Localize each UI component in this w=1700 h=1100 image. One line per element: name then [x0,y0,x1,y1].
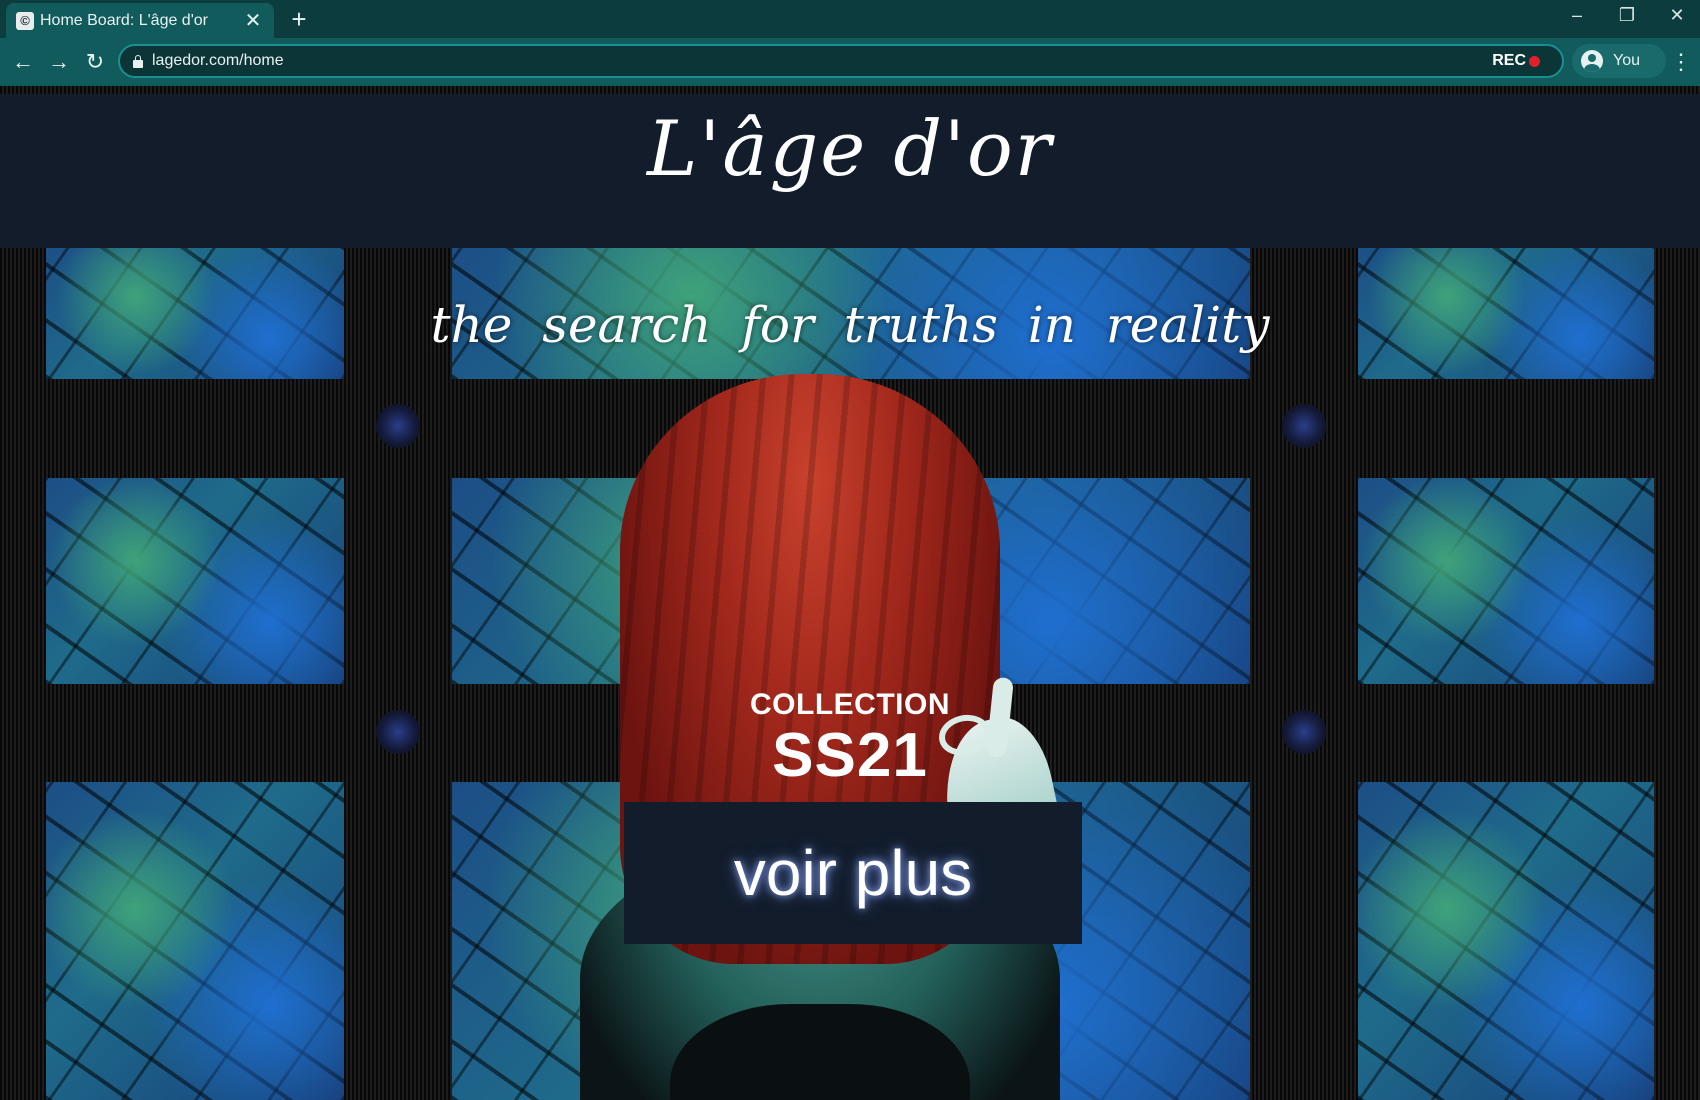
voir-plus-button[interactable]: voir plus [624,802,1082,944]
lock-icon [132,55,144,68]
hero-tagline: the search for truths in reality [430,296,1270,354]
reload-button[interactable]: ↻ [80,47,110,77]
address-bar[interactable]: lagedor.com/home REC [118,44,1564,78]
back-button[interactable]: ← [8,47,38,77]
recording-indicator: REC [1492,52,1540,70]
browser-toolbar: ← → ↻ lagedor.com/home REC You ⋮ [0,38,1700,86]
url-text[interactable]: lagedor.com/home [152,52,1492,70]
window-close-button[interactable]: ✕ [1654,0,1700,30]
profile-button[interactable]: You [1572,44,1666,78]
browser-menu-icon[interactable]: ⋮ [1670,47,1692,77]
profile-label: You [1613,52,1640,69]
rivet-decoration [1282,404,1326,448]
stained-glass-pane [1358,782,1654,1100]
new-tab-button[interactable]: + [284,4,314,34]
site-favicon-icon: © [16,11,34,30]
site-logo[interactable]: L'âge d'or [0,104,1700,193]
avatar-icon [1581,50,1603,72]
minimize-button[interactable]: – [1554,0,1600,30]
tab-close-icon[interactable]: ✕ [242,8,264,33]
browser-titlebar: © Home Board: L'âge d'or ✕ + – ❐ ✕ [0,0,1700,38]
rec-dot-icon [1529,55,1540,67]
season-title: SS21 [772,721,928,790]
page-content: L'âge d'or the search for truths in real… [0,86,1700,1100]
browser-tab[interactable]: © Home Board: L'âge d'or ✕ [6,3,274,38]
site-header: L'âge d'or [0,94,1700,248]
stained-glass-pane [46,478,344,684]
stained-glass-pane [1358,478,1654,684]
rivet-decoration [376,404,420,448]
rec-label: REC [1492,52,1526,69]
forward-button[interactable]: → [44,47,74,77]
restore-button[interactable]: ❐ [1604,0,1650,30]
collection-label: COLLECTION [750,688,950,721]
tab-title: Home Board: L'âge d'or [40,11,208,29]
stained-glass-pane [46,782,344,1100]
